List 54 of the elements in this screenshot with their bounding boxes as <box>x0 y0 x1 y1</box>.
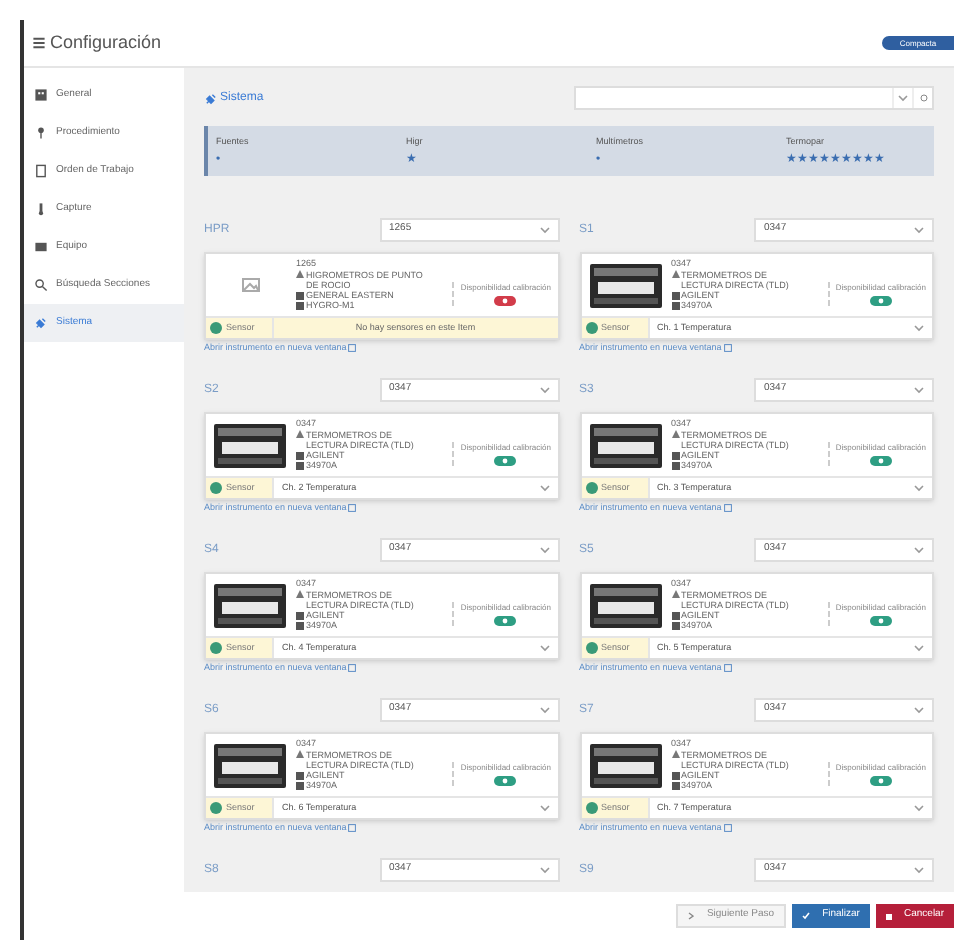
sensor-dot-icon <box>210 482 222 494</box>
search-field[interactable] <box>574 86 934 111</box>
instrument-drawing <box>212 419 288 471</box>
thermometer-icon <box>34 202 48 216</box>
external-link-icon <box>723 824 732 832</box>
external-link-icon <box>723 344 732 352</box>
caret-icon <box>539 706 549 714</box>
plug-icon <box>34 316 48 330</box>
caret-icon <box>539 484 549 492</box>
external-link-icon <box>348 664 357 672</box>
caret-icon <box>539 386 549 394</box>
external-link-icon <box>348 504 357 512</box>
caret-icon <box>898 94 908 103</box>
sensor-dot-icon <box>585 642 597 654</box>
external-link-icon <box>348 824 357 832</box>
caret-icon <box>914 706 924 714</box>
caret-icon <box>914 866 924 874</box>
search-icon <box>34 278 48 292</box>
instrument-drawing <box>587 579 663 631</box>
caret-icon <box>539 546 549 554</box>
external-link-icon <box>723 504 732 512</box>
sensor-dot-icon <box>585 322 597 334</box>
caret-icon <box>914 226 924 234</box>
plug-icon <box>204 91 218 106</box>
sensor-dot-icon <box>210 322 222 334</box>
image-placeholder-icon <box>241 278 259 292</box>
caret-icon <box>539 644 549 652</box>
caret-icon <box>914 546 924 554</box>
external-link-icon <box>723 664 732 672</box>
page-title: Configuración <box>50 29 162 56</box>
sensor-dot-icon <box>210 642 222 654</box>
caret-icon <box>914 386 924 394</box>
caret-icon <box>539 226 549 234</box>
external-link-icon <box>348 344 357 352</box>
caret-icon <box>539 804 549 812</box>
chevron-icon <box>688 912 695 920</box>
caret-icon <box>914 644 924 652</box>
instrument-drawing <box>587 259 663 311</box>
sensor-dot-icon <box>585 482 597 494</box>
building-icon <box>34 88 48 102</box>
instrument-drawing <box>587 739 663 791</box>
pin-icon <box>34 126 48 140</box>
refresh-icon <box>919 94 927 103</box>
sensor-dot-icon <box>585 802 597 814</box>
document-icon <box>34 164 48 178</box>
caret-icon <box>914 484 924 492</box>
settings-icon <box>32 36 46 50</box>
sensor-dot-icon <box>210 802 222 814</box>
instrument-drawing <box>212 739 288 791</box>
instrument-drawing <box>587 419 663 471</box>
instrument-drawing <box>212 579 288 631</box>
caret-icon <box>539 866 549 874</box>
caret-icon <box>914 324 924 332</box>
caret-icon <box>914 804 924 812</box>
